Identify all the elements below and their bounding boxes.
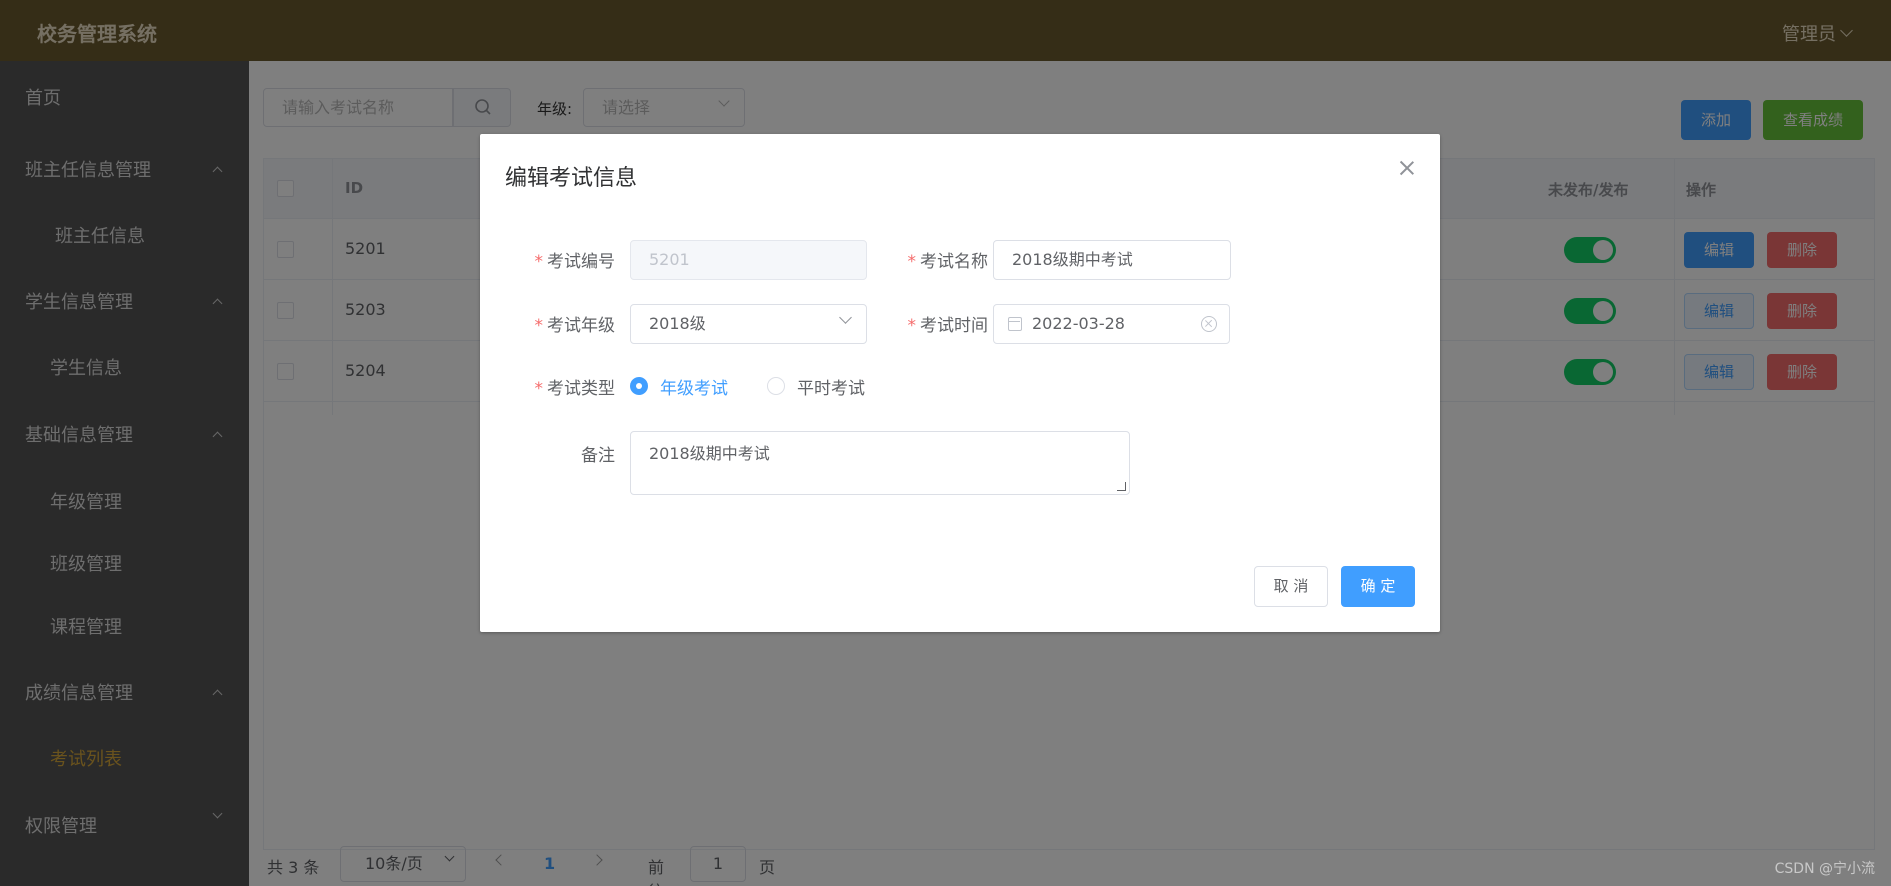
exam-no-field: 5201	[630, 240, 867, 280]
required-mark: *	[907, 316, 917, 336]
required-mark: *	[534, 316, 544, 336]
clear-icon[interactable]	[1201, 316, 1217, 332]
exam-name-label: * 考试名称	[892, 247, 989, 272]
chevron-down-icon	[839, 311, 852, 324]
exam-name-label-text: 考试名称	[920, 252, 988, 272]
exam-grade-select[interactable]: 2018级	[630, 304, 867, 344]
watermark: CSDN @宁小流	[1774, 861, 1875, 877]
required-mark: *	[534, 252, 544, 272]
exam-grade-label: * 考试年级	[530, 311, 616, 336]
exam-grade-label-text: 考试年级	[547, 316, 615, 336]
radio-regular-exam-label[interactable]: 平时考试	[797, 374, 865, 399]
radio-grade-exam-label[interactable]: 年级考试	[660, 374, 728, 399]
exam-no-label-text: 考试编号	[547, 252, 615, 272]
exam-name-field[interactable]: 2018级期中考试	[993, 240, 1231, 280]
close-icon[interactable]	[1399, 160, 1415, 176]
exam-time-picker[interactable]: 2022-03-28	[993, 304, 1230, 344]
exam-type-label: * 考试类型	[530, 374, 616, 399]
confirm-button[interactable]: 确 定	[1341, 566, 1415, 607]
exam-time-value: 2022-03-28	[1032, 314, 1125, 333]
exam-no-label: * 考试编号	[530, 247, 616, 272]
required-mark: *	[907, 252, 917, 272]
exam-time-label: * 考试时间	[892, 311, 989, 336]
required-mark: *	[534, 379, 544, 399]
remark-textarea[interactable]: 2018级期中考试	[630, 431, 1130, 495]
exam-time-label-text: 考试时间	[920, 316, 988, 336]
radio-grade-exam[interactable]	[630, 377, 648, 395]
remark-value: 2018级期中考试	[649, 444, 770, 463]
calendar-icon	[1008, 317, 1022, 331]
resize-handle-icon[interactable]	[1117, 482, 1126, 491]
dialog-title: 编辑考试信息	[505, 166, 638, 191]
exam-grade-value: 2018级	[649, 314, 706, 333]
cancel-button[interactable]: 取 消	[1254, 566, 1328, 607]
radio-regular-exam[interactable]	[767, 377, 785, 395]
remark-label: 备注	[581, 446, 615, 466]
exam-type-label-text: 考试类型	[547, 379, 615, 399]
edit-exam-dialog: 编辑考试信息 * 考试编号 5201 * 考试名称 2018级期中考试 * 考试年级 …	[480, 134, 1440, 632]
